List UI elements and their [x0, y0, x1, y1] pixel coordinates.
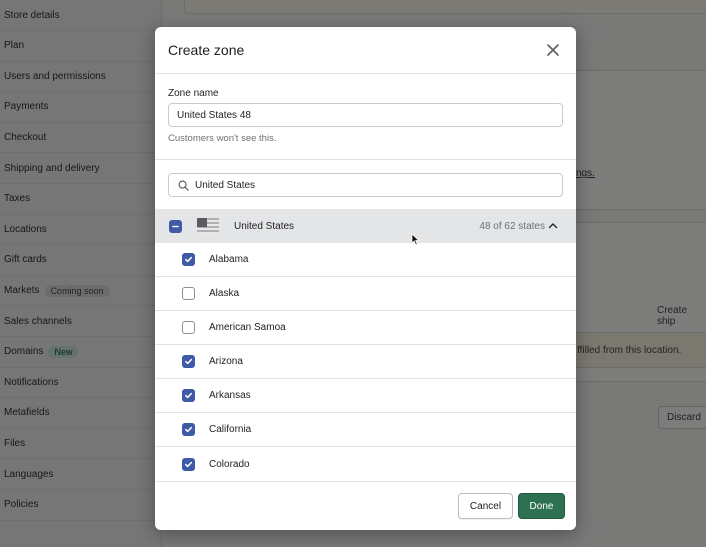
state-name: Arkansas [209, 390, 251, 401]
country-checkbox[interactable] [169, 219, 182, 233]
country-search-input[interactable] [195, 179, 535, 191]
chevron-up-icon [548, 223, 558, 229]
state-row[interactable]: Colorado [155, 447, 576, 481]
state-list: Alabama Alaska American Samoa Arizona Arkans… [155, 243, 576, 481]
state-checkbox-checked[interactable] [182, 253, 195, 266]
state-name: California [209, 424, 252, 435]
state-row[interactable]: Alaska [155, 277, 576, 311]
state-name: Colorado [209, 458, 250, 470]
state-row[interactable]: American Samoa [155, 311, 576, 345]
state-name: American Samoa [209, 322, 286, 333]
state-checkbox-unchecked[interactable] [182, 287, 195, 300]
state-checkbox-checked[interactable] [182, 457, 195, 471]
close-button[interactable] [543, 40, 563, 60]
state-row[interactable]: Alabama [155, 243, 576, 277]
zone-name-input[interactable] [168, 103, 563, 127]
state-name: Alaska [209, 288, 240, 299]
search-icon [178, 180, 189, 191]
modal-header: Create zone [155, 27, 576, 74]
indeterminate-icon [172, 225, 179, 227]
state-name: Arizona [209, 356, 243, 367]
us-flag-icon [197, 218, 219, 234]
state-row[interactable]: California [155, 413, 576, 447]
state-checkbox-checked[interactable] [182, 423, 195, 436]
create-zone-modal: Create zone Zone name Customers won't se… [155, 27, 576, 530]
zone-name-label: Zone name [168, 88, 219, 99]
done-button[interactable]: Done [518, 493, 565, 519]
state-name: Alabama [209, 254, 249, 265]
close-icon [547, 44, 559, 56]
search-section [155, 160, 576, 209]
mouse-cursor-icon [411, 233, 420, 246]
checkmark-icon [185, 256, 193, 263]
state-checkbox-unchecked[interactable] [182, 321, 195, 334]
state-count[interactable]: 48 of 62 states [479, 221, 558, 232]
modal-title: Create zone [168, 42, 245, 58]
zone-name-section: Zone name Customers won't see this. [155, 74, 576, 160]
checkmark-icon [185, 426, 193, 433]
checkmark-icon [185, 392, 193, 399]
state-row[interactable]: Arkansas [155, 379, 576, 413]
modal-footer: Cancel Done [155, 481, 576, 530]
country-name: United States [234, 220, 295, 232]
country-search-field[interactable] [168, 173, 563, 197]
country-row-united-states[interactable]: United States 48 of 62 states [155, 209, 576, 243]
checkmark-icon [185, 358, 193, 365]
cancel-button[interactable]: Cancel [458, 493, 513, 519]
zone-name-help-text: Customers won't see this. [168, 133, 277, 144]
state-checkbox-checked[interactable] [182, 355, 195, 368]
state-checkbox-checked[interactable] [182, 389, 195, 402]
state-count-text: 48 of 62 states [479, 220, 545, 232]
checkmark-icon [185, 461, 193, 467]
state-row[interactable]: Arizona [155, 345, 576, 379]
